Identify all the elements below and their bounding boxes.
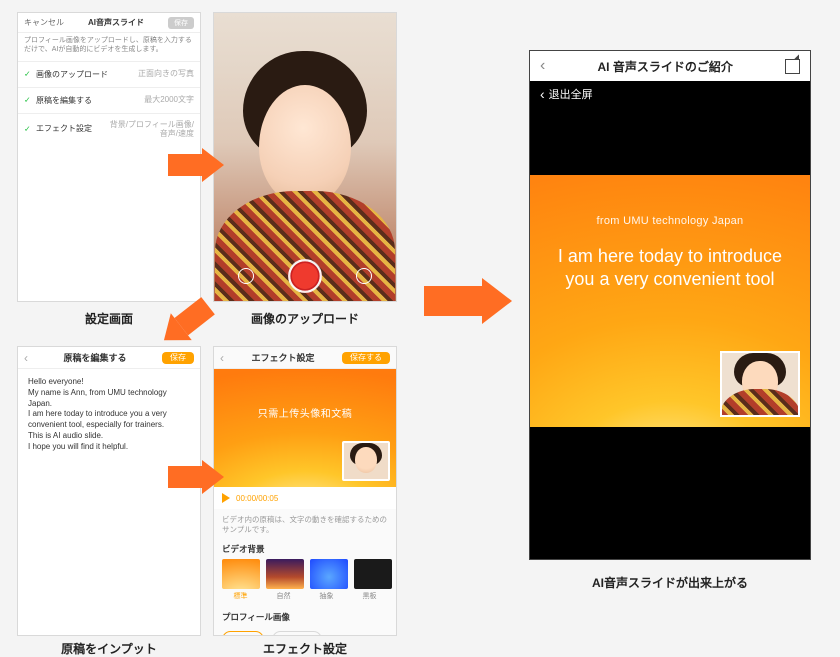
row-label: 画像のアップロード <box>36 69 108 80</box>
effects-header: ‹ エフェクト設定 保存する <box>214 347 396 369</box>
caption-upload: 画像のアップロード <box>213 310 397 327</box>
caption-effects: エフェクト設定 <box>213 640 397 657</box>
slide-subtitle: from UMU technology Japan <box>530 215 810 227</box>
row-upload-image[interactable]: 画像のアップロード 正面向きの写真 <box>18 61 200 87</box>
camera-controls <box>214 259 396 293</box>
play-icon[interactable] <box>222 493 230 503</box>
bg-labels: 標準 自然 抽象 黒板 <box>214 589 396 601</box>
slide-text: I am here today to introduce you a very … <box>530 245 810 292</box>
back-icon[interactable]: ‹ <box>540 57 545 75</box>
effects-title: エフェクト設定 <box>224 351 342 364</box>
row-hint: 最大2000文字 <box>144 95 194 104</box>
profile-section-title: プロフィール画像 <box>214 607 396 627</box>
shutter-button[interactable] <box>288 259 322 293</box>
gallery-icon[interactable] <box>238 268 254 284</box>
bg-label: 黒板 <box>351 591 388 601</box>
bg-option-nature[interactable] <box>266 559 304 589</box>
effects-screen: ‹ エフェクト設定 保存する 只需上传头像和文稿 00:00/00:05 ビデオ… <box>213 346 397 636</box>
arrow-icon <box>168 460 224 494</box>
upload-screen <box>213 12 397 302</box>
row-hint: 背景/プロフィール画像/ 音声/速度 <box>110 120 194 138</box>
result-title: AI 音声スライドのご紹介 <box>597 58 732 75</box>
settings-title: AI音声スライド <box>88 17 144 28</box>
playback-bar[interactable]: 00:00/00:05 <box>214 487 396 509</box>
arrow-icon <box>168 148 224 182</box>
preview-pip <box>342 441 390 481</box>
bg-option-standard[interactable] <box>222 559 260 589</box>
row-edit-manuscript[interactable]: 原稿を編集する 最大2000文字 <box>18 87 200 113</box>
chevron-left-icon: ‹ <box>540 86 545 102</box>
bg-section-title: ビデオ背景 <box>214 539 396 559</box>
row-effect-settings[interactable]: エフェクト設定 背景/プロフィール画像/ 音声/速度 <box>18 113 200 144</box>
share-icon[interactable] <box>785 59 800 74</box>
time-display: 00:00/00:05 <box>236 494 278 503</box>
save-button[interactable]: 保存 <box>162 352 194 364</box>
settings-description: プロフィール画像をアップロードし、原稿を入力するだけで、AIが自動的にビデオを生… <box>18 33 200 61</box>
effects-preview: 只需上传头像和文稿 <box>214 369 396 487</box>
manuscript-title: 原稿を編集する <box>28 351 162 364</box>
caption-result: AI音声スライドが出来上がる <box>529 574 811 591</box>
exit-fullscreen-button[interactable]: ‹ 退出全屏 <box>530 81 810 107</box>
cancel-button[interactable]: キャンセル <box>24 17 64 28</box>
row-label: 原稿を編集する <box>36 95 92 106</box>
result-slide: from UMU technology Japan I am here toda… <box>530 175 810 427</box>
preview-text: 只需上传头像和文稿 <box>214 405 396 420</box>
save-button[interactable]: 保存 <box>168 17 194 29</box>
arrow-icon <box>424 278 514 324</box>
manuscript-textarea[interactable]: Hello everyone! My name is Ann, from UMU… <box>18 369 200 461</box>
camera-viewfinder <box>214 13 396 301</box>
bg-option-blackboard[interactable] <box>354 559 392 589</box>
row-label: エフェクト設定 <box>36 123 92 134</box>
save-button[interactable]: 保存する <box>342 352 390 364</box>
bg-label: 標準 <box>222 591 259 601</box>
settings-header: キャンセル AI音声スライド 保存 <box>18 13 200 33</box>
caption-manuscript: 原稿をインプット <box>17 640 201 657</box>
bg-label: 抽象 <box>308 591 345 601</box>
profile-show-button[interactable]: 表示 <box>222 631 264 637</box>
result-pip <box>720 351 800 417</box>
result-screen: ‹ AI 音声スライドのご紹介 ‹ 退出全屏 from UMU technolo… <box>529 50 811 560</box>
avatar-face <box>259 85 351 205</box>
preview-note: ビデオ内の原稿は、文字の動きを確認するためのサンプルです。 <box>214 509 396 539</box>
bg-label: 自然 <box>265 591 302 601</box>
result-header: ‹ AI 音声スライドのご紹介 <box>530 51 810 81</box>
bg-thumbs <box>214 559 396 589</box>
profile-toggle: 表示 不表示 <box>214 627 396 637</box>
row-hint: 正面向きの写真 <box>138 69 194 78</box>
bg-option-abstract[interactable] <box>310 559 348 589</box>
exit-fullscreen-label: 退出全屏 <box>549 86 593 102</box>
switch-camera-icon[interactable] <box>356 268 372 284</box>
profile-hide-button[interactable]: 不表示 <box>272 631 322 637</box>
